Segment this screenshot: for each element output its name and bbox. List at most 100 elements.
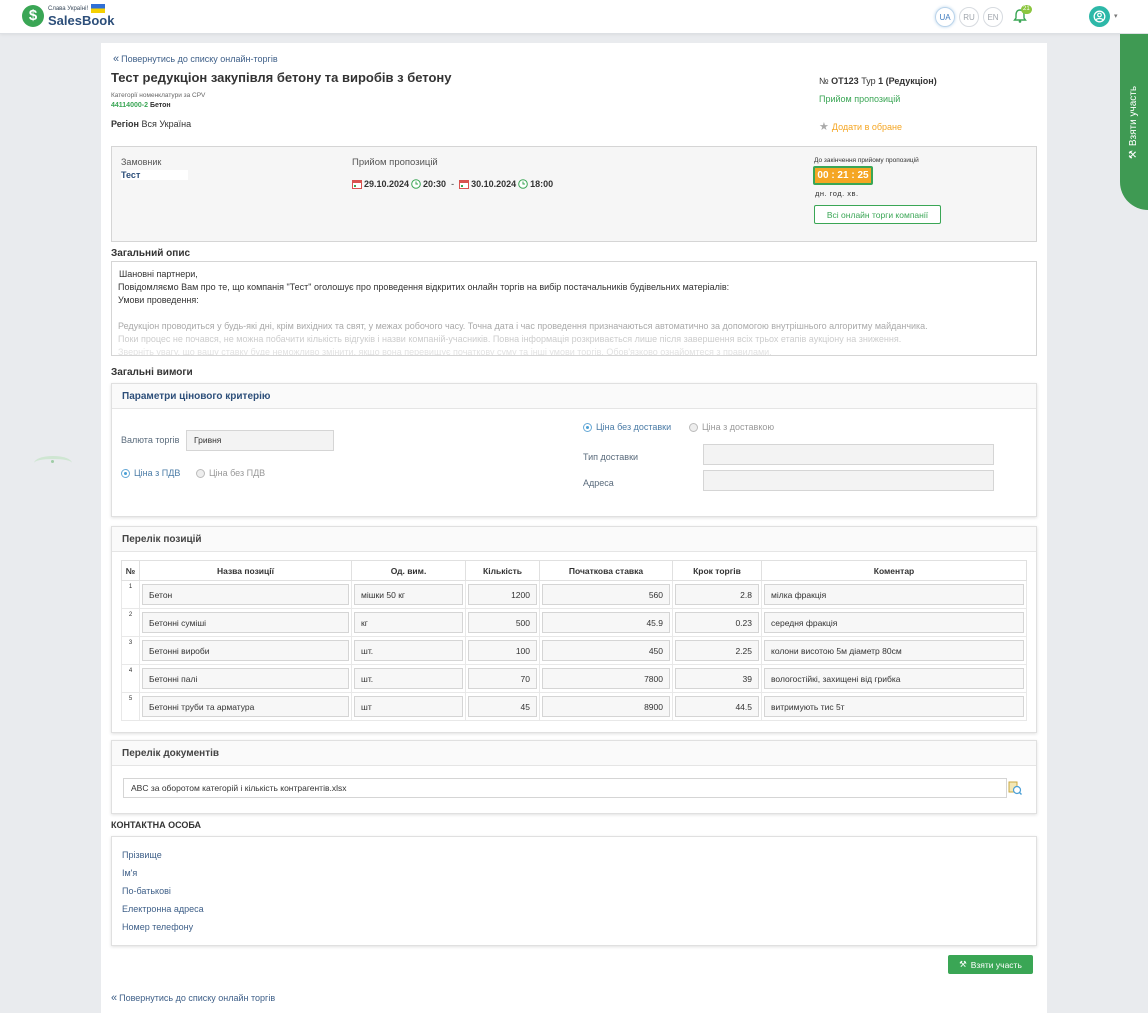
position-name-field[interactable]: Бетон xyxy=(142,584,349,605)
download-file-icon[interactable] xyxy=(1008,781,1022,795)
start-price-field[interactable]: 8900 xyxy=(542,696,670,717)
bid-step-field[interactable]: 39 xyxy=(675,668,759,689)
row-number: 3 xyxy=(121,636,140,665)
bid-step-field[interactable]: 0.23 xyxy=(675,612,759,633)
unit-field[interactable]: шт. xyxy=(354,640,463,661)
row-number: 5 xyxy=(121,692,140,721)
reception-label: Прийом пропозицій xyxy=(352,157,438,168)
with-delivery-radio[interactable]: Ціна з доставкою xyxy=(689,422,774,432)
unit-field[interactable]: мішки 50 кг xyxy=(354,584,463,605)
position-name-field[interactable]: Бетонні палі xyxy=(142,668,349,689)
table-cell: 2.8 xyxy=(672,580,762,609)
position-name-field[interactable]: Бетонні вироби xyxy=(142,640,349,661)
table-cell: 39 xyxy=(672,664,762,693)
quantity-field[interactable]: 500 xyxy=(468,612,537,633)
tender-type-value: 1 (Редукціон) xyxy=(878,76,937,86)
table-cell: 70 xyxy=(465,664,540,693)
description-line: Умови проведення: xyxy=(118,295,199,305)
cpv-code: 44114000-2 xyxy=(111,102,148,109)
unit-field[interactable]: кг xyxy=(354,612,463,633)
bid-step-field[interactable]: 44.5 xyxy=(675,696,759,717)
comment-field[interactable]: витримують тис 5т xyxy=(764,696,1024,717)
double-chevron-left-icon: « xyxy=(113,53,119,65)
comment-field[interactable]: колони висотою 5м діаметр 80см xyxy=(764,640,1024,661)
back-link-bottom-label: Повернутись до списку онлайн торгів xyxy=(119,993,276,1003)
position-name-field[interactable]: Бетонні суміші xyxy=(142,612,349,633)
comment-field[interactable]: мілка фракція xyxy=(764,584,1024,605)
table-cell: 8900 xyxy=(539,692,673,721)
radio-dot xyxy=(583,422,592,432)
currency-field[interactable]: Гривня xyxy=(186,430,334,451)
description-line: Шановні партнери, xyxy=(119,269,198,279)
calendar-icon xyxy=(352,180,362,189)
hammer-icon: ⚒ xyxy=(1128,149,1140,159)
lang-en[interactable]: EN xyxy=(983,7,1003,27)
comment-field[interactable]: вологостійкі, захищені від грибка xyxy=(764,668,1024,689)
cpv-name: Бетон xyxy=(149,102,171,109)
bid-step-field[interactable]: 2.8 xyxy=(675,584,759,605)
tender-type-label: Тур xyxy=(861,76,876,86)
address-label: Адреса xyxy=(583,478,614,488)
col-name: Назва позиції xyxy=(139,560,352,581)
add-favorite[interactable]: ★ Додати в обране xyxy=(819,120,902,133)
back-link-bottom[interactable]: « Повернутись до списку онлайн торгів xyxy=(111,992,275,1004)
lang-ru[interactable]: RU xyxy=(959,7,979,27)
lang-ua[interactable]: UA xyxy=(935,7,955,27)
side-participate-label: Взяти участь xyxy=(1128,85,1140,146)
participate-button[interactable]: ⚒ Взяти участь xyxy=(948,955,1033,974)
vat-included-label: Ціна з ПДВ xyxy=(134,468,181,478)
position-name-field[interactable]: Бетонні труби та арматура xyxy=(142,696,349,717)
quantity-field[interactable]: 45 xyxy=(468,696,537,717)
delivery-type-label: Тип доставки xyxy=(583,452,639,462)
vat-excluded-radio[interactable]: Ціна без ПДВ xyxy=(196,468,265,478)
contact-name-label: Ім'я xyxy=(122,868,138,878)
bid-step-field[interactable]: 2.25 xyxy=(675,640,759,661)
address-field[interactable] xyxy=(703,470,994,491)
calendar-icon xyxy=(459,180,470,189)
quantity-field[interactable]: 100 xyxy=(468,640,537,661)
unit-field[interactable]: шт xyxy=(354,696,463,717)
start-price-field[interactable]: 7800 xyxy=(542,668,670,689)
document-file[interactable]: ABC за оборотом категорій і кількість ко… xyxy=(123,778,1007,798)
time-from: 20:30 xyxy=(423,179,447,189)
contact-patronymic-label: По-батькові xyxy=(122,886,171,896)
description-line: Зверніть увагу, що вашу ставку буде немо… xyxy=(118,347,772,356)
logo[interactable]: $ Слава Україні! SalesBook xyxy=(22,4,114,27)
description-line xyxy=(118,307,1030,320)
no-delivery-radio[interactable]: Ціна без доставки xyxy=(583,422,671,432)
add-favorite-label: Додати в обране xyxy=(831,121,903,132)
currency-label: Валюта торгів xyxy=(121,435,180,445)
quantity-field[interactable]: 1200 xyxy=(468,584,537,605)
back-link[interactable]: « Повернутись до списку онлайн-торгів xyxy=(113,53,278,65)
start-price-field[interactable]: 560 xyxy=(542,584,670,605)
table-cell: 450 xyxy=(539,636,673,665)
delivery-type-field[interactable] xyxy=(703,444,994,465)
unit-field[interactable]: шт. xyxy=(354,668,463,689)
chevron-down-icon[interactable]: ▾ xyxy=(1114,12,1118,20)
with-delivery-label: Ціна з доставкою xyxy=(702,422,775,432)
decorative-arc xyxy=(34,456,72,470)
top-bar: $ Слава Україні! SalesBook UA RU EN 21 ▾ xyxy=(0,0,1148,34)
price-criteria-heading: Параметри цінового критерію xyxy=(112,384,1036,409)
radio-dot xyxy=(121,468,130,478)
logo-slogan: Слава Україні! xyxy=(48,5,89,12)
vat-included-radio[interactable]: Ціна з ПДВ xyxy=(121,468,180,478)
table-cell: Бетонні труби та арматура xyxy=(139,692,352,721)
side-participate-tab[interactable]: ⚒ Взяти участь xyxy=(1120,34,1148,210)
double-chevron-left-icon: « xyxy=(111,992,117,1004)
table-cell: 44.5 xyxy=(672,692,762,721)
star-icon: ★ xyxy=(819,121,829,133)
start-price-field[interactable]: 45.9 xyxy=(542,612,670,633)
cpv-info: 44114000-2 Бетон xyxy=(111,102,171,109)
table-cell: середня фракція xyxy=(761,608,1027,637)
back-link-label: Повернутись до списку онлайн-торгів xyxy=(121,54,278,64)
start-price-field[interactable]: 450 xyxy=(542,640,670,661)
comment-field[interactable]: середня фракція xyxy=(764,612,1024,633)
user-avatar[interactable] xyxy=(1089,6,1110,27)
all-tenders-button[interactable]: Всі онлайн торги компанії xyxy=(814,205,941,224)
row-number: 4 xyxy=(121,664,140,693)
vat-excluded-label: Ціна без ПДВ xyxy=(209,468,266,478)
quantity-field[interactable]: 70 xyxy=(468,668,537,689)
table-cell: 500 xyxy=(465,608,540,637)
contact-box: Прізвище Ім'я По-батькові Електронна адр… xyxy=(111,836,1037,946)
